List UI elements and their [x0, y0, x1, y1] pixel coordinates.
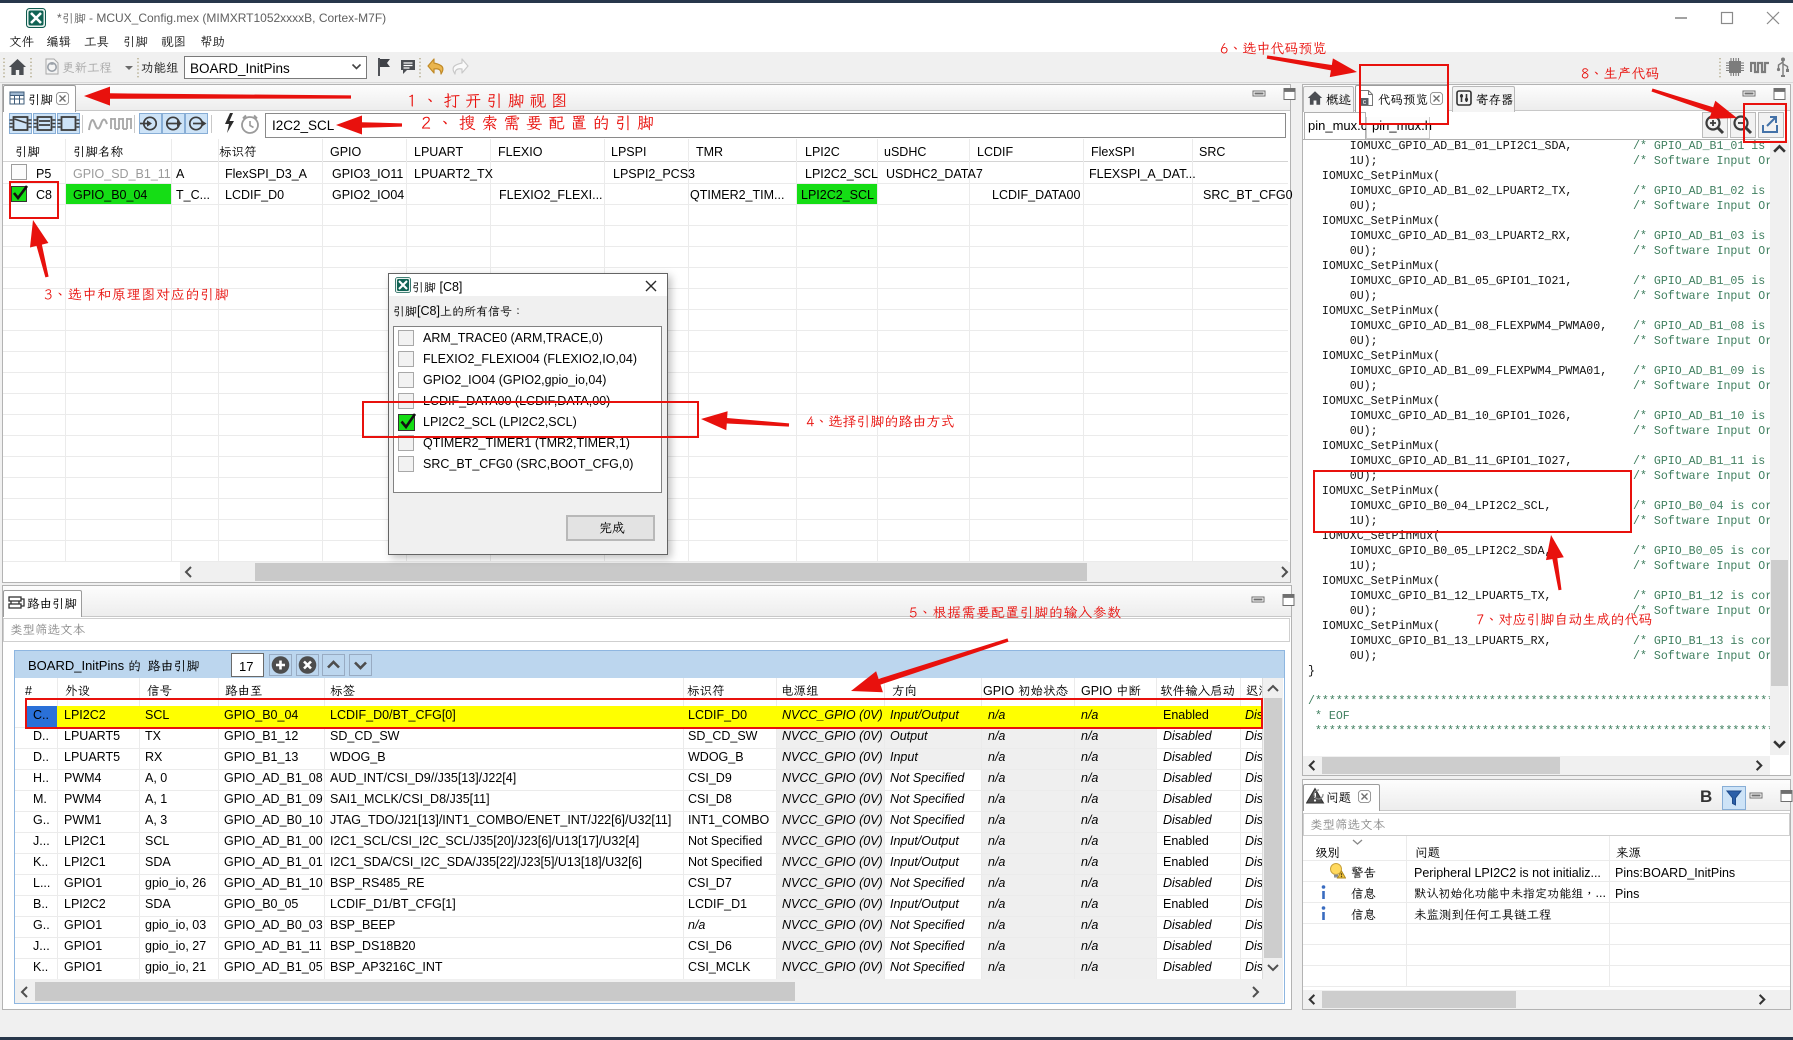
svg-text:c: c: [1363, 99, 1367, 106]
